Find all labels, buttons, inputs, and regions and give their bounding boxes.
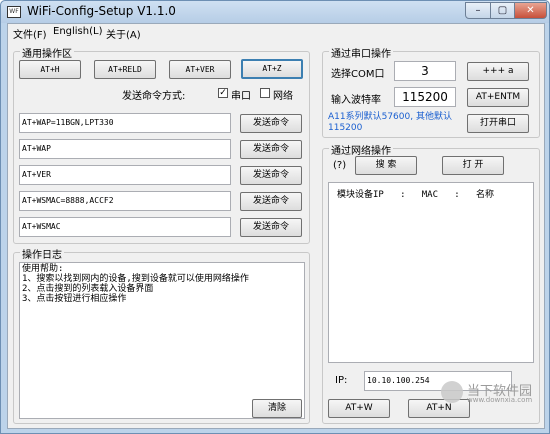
send-command-button-3[interactable]: 发送命令 (240, 166, 302, 185)
menu-bar: 文件(F) English(L) 关于(A) (8, 24, 544, 41)
device-list[interactable]: 模块设备IP : MAC : 名称 (328, 182, 534, 363)
general-group-title: 通用操作区 (20, 45, 74, 60)
at-entm-button[interactable]: AT+ENTM (467, 88, 529, 107)
maximize-button[interactable]: ▢ (490, 2, 515, 19)
baud-hint: A11系列默认57600, 其他默认115200 (328, 112, 452, 133)
serial-group: 通过串口操作 选择COM口 3 +++ a 输入波特率 115200 AT+EN… (322, 45, 540, 138)
serial-checkbox[interactable]: ✓ (218, 88, 228, 98)
menu-file[interactable]: 文件(F) (13, 26, 47, 41)
log-line: 1、搜索以找到网内的设备,搜到设备就可以使用网络操作 (22, 274, 249, 284)
search-button[interactable]: 搜 索 (355, 156, 417, 175)
minimize-button[interactable]: – (465, 2, 491, 19)
network-group-title: 通过网络操作 (329, 142, 393, 157)
serial-group-title: 通过串口操作 (329, 45, 393, 60)
at-ver-button[interactable]: AT+VER (169, 60, 231, 79)
at-h-button[interactable]: AT+H (19, 60, 81, 79)
network-checkbox-label: 网络 (273, 91, 293, 102)
window-title: WiFi-Config-Setup V1.1.0 (27, 4, 176, 18)
at-reld-button[interactable]: AT+RELD (94, 60, 156, 79)
device-list-header: 模块设备IP : MAC : 名称 (337, 190, 494, 200)
send-mode-label: 发送命令方式: (122, 91, 186, 102)
baud-rate-label: 输入波特率 (331, 95, 381, 106)
baud-rate-input[interactable]: 115200 (394, 87, 456, 107)
command-input-3[interactable]: AT+VER (19, 165, 231, 185)
title-bar[interactable]: WF WiFi-Config-Setup V1.1.0 – ▢ ✕ (1, 1, 549, 23)
close-button[interactable]: ✕ (514, 2, 547, 19)
com-port-label: 选择COM口 (331, 69, 385, 80)
log-group-title: 操作日志 (20, 246, 64, 261)
send-command-button-1[interactable]: 发送命令 (240, 114, 302, 133)
watermark: 当下软件园 www.downxia.com (441, 381, 537, 405)
command-input-4[interactable]: AT+WSMAC=8888,ACCF2 (19, 191, 231, 211)
help-link[interactable]: (?) (333, 160, 346, 171)
plus-a-button[interactable]: +++ a (467, 62, 529, 81)
log-line: 2、点击搜到的列表载入设备界面 (22, 284, 154, 294)
log-line: 使用帮助: (22, 264, 64, 274)
network-checkbox[interactable] (260, 88, 270, 98)
log-group: 操作日志 使用帮助: 1、搜索以找到网内的设备,搜到设备就可以使用网络操作 2、… (13, 246, 310, 424)
app-icon: WF (7, 6, 21, 18)
open-serial-button[interactable]: 打开串口 (467, 114, 529, 133)
open-network-button[interactable]: 打 开 (442, 156, 504, 175)
menu-english[interactable]: English(L) (53, 26, 102, 37)
at-z-button[interactable]: AT+Z (241, 59, 303, 79)
command-input-1[interactable]: AT+WAP=11BGN,LPT330 (19, 113, 231, 133)
send-command-button-5[interactable]: 发送命令 (240, 218, 302, 237)
at-w-button[interactable]: AT+W (328, 399, 390, 418)
com-port-input[interactable]: 3 (394, 61, 456, 81)
clear-log-button[interactable]: 清除 (252, 399, 302, 418)
send-command-button-4[interactable]: 发送命令 (240, 192, 302, 211)
log-line: 3、点击按钮进行相应操作 (22, 294, 127, 304)
general-group: 通用操作区 AT+H AT+RELD AT+VER AT+Z 发送命令方式: ✓… (13, 45, 310, 244)
send-command-button-2[interactable]: 发送命令 (240, 140, 302, 159)
app-window: WF WiFi-Config-Setup V1.1.0 – ▢ ✕ 文件(F) … (0, 0, 550, 434)
log-textarea[interactable]: 使用帮助: 1、搜索以找到网内的设备,搜到设备就可以使用网络操作 2、点击搜到的… (19, 262, 305, 419)
watermark-url: www.downxia.com (467, 396, 533, 404)
client-area: 文件(F) English(L) 关于(A) 通用操作区 AT+H AT+REL… (7, 23, 545, 429)
watermark-logo-icon (441, 381, 463, 403)
serial-checkbox-label: 串口 (231, 91, 251, 102)
ip-label: IP: (335, 375, 348, 386)
menu-about[interactable]: 关于(A) (106, 26, 141, 41)
command-input-2[interactable]: AT+WAP (19, 139, 231, 159)
command-input-5[interactable]: AT+WSMAC (19, 217, 231, 237)
